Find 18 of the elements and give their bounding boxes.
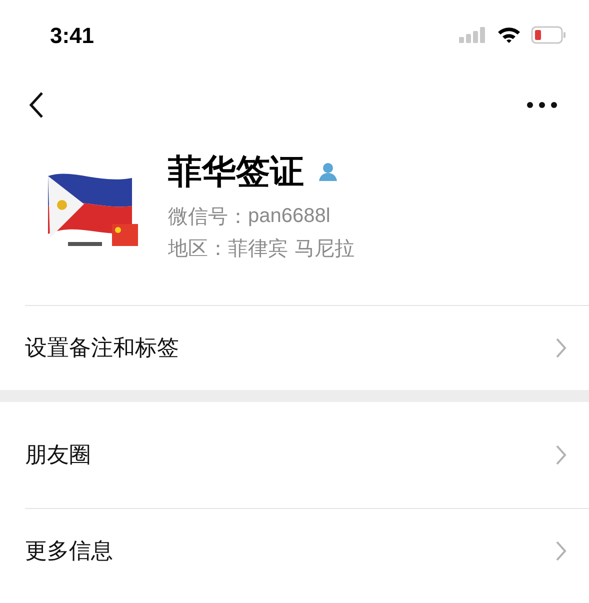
- chevron-right-icon: [555, 444, 567, 466]
- chevron-right-icon: [555, 540, 567, 562]
- region: 菲律宾 马尼拉: [228, 235, 354, 262]
- menu-row[interactable]: 朋友圈: [0, 402, 589, 508]
- status-time: 3:41: [50, 22, 94, 50]
- menu-row[interactable]: 设置备注和标签: [25, 306, 589, 390]
- signal-icon: [459, 27, 487, 43]
- person-icon: [318, 162, 338, 182]
- wechat-id-label: 微信号：: [168, 203, 248, 230]
- back-icon: [28, 91, 44, 119]
- wifi-icon: [497, 26, 521, 44]
- battery-icon: [531, 26, 567, 44]
- region-label: 地区：: [168, 235, 228, 262]
- menu-row[interactable]: 更多信息: [25, 509, 589, 593]
- profile-name: 菲华签证: [168, 151, 304, 194]
- chevron-right-icon: [555, 337, 567, 359]
- wechat-id: pan6688l: [248, 204, 330, 229]
- more-icon: [527, 102, 557, 108]
